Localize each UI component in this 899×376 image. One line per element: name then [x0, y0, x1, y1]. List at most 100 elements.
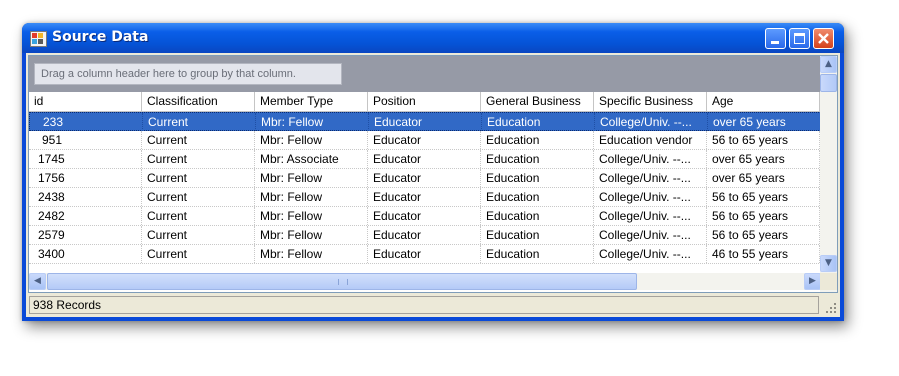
cell-id[interactable]: 2438	[29, 188, 142, 206]
column-header-age[interactable]: Age	[707, 92, 820, 111]
cell-id[interactable]: 1745	[29, 150, 142, 168]
table-row[interactable]: 951 Current Mbr: Fellow Educator Education Ed…	[29, 131, 821, 150]
maximize-icon	[794, 33, 805, 44]
scroll-up-button[interactable]: ▲	[820, 56, 837, 73]
title-bar[interactable]: Source Data	[22, 23, 844, 53]
data-grid[interactable]: Drag a column header here to group by th…	[28, 55, 838, 293]
column-header-specific-business[interactable]: Specific Business	[594, 92, 707, 111]
resize-grip-icon[interactable]	[825, 302, 837, 314]
window-title: Source Data	[52, 29, 149, 45]
cell-position[interactable]: Educator	[369, 113, 482, 131]
status-bar: 938 Records	[28, 295, 838, 315]
cell-general-business[interactable]: Education	[481, 226, 594, 244]
datagrid-app-icon	[30, 31, 47, 47]
close-button[interactable]	[813, 28, 834, 49]
group-by-panel[interactable]: Drag a column header here to group by th…	[29, 56, 837, 92]
minimize-icon	[771, 41, 779, 44]
cell-id[interactable]: 3400	[29, 245, 142, 263]
cell-member-type[interactable]: Mbr: Fellow	[255, 131, 368, 149]
minimize-button[interactable]	[765, 28, 786, 49]
cell-id[interactable]: 2579	[29, 226, 142, 244]
table-row[interactable]: 1745 Current Mbr: Associate Educator Educati…	[29, 150, 821, 169]
cell-classification[interactable]: Current	[142, 150, 255, 168]
cell-position[interactable]: Educator	[368, 150, 481, 168]
cell-general-business[interactable]: Education	[481, 169, 594, 187]
cell-id[interactable]: 233	[30, 113, 143, 131]
cell-classification[interactable]: Current	[142, 131, 255, 149]
cell-position[interactable]: Educator	[368, 131, 481, 149]
chevron-down-icon: ▼	[825, 258, 832, 268]
cell-age[interactable]: 46 to 55 years	[707, 245, 820, 263]
cell-specific-business[interactable]: College/Univ. --...	[595, 113, 708, 131]
cell-age[interactable]: over 65 years	[707, 169, 820, 187]
cell-id[interactable]: 2482	[29, 207, 142, 225]
cell-member-type[interactable]: Mbr: Fellow	[255, 226, 368, 244]
cell-classification[interactable]: Current	[142, 169, 255, 187]
horizontal-scroll-thumb[interactable]	[47, 273, 637, 290]
group-by-hint: Drag a column header here to group by th…	[34, 63, 342, 85]
cell-member-type[interactable]: Mbr: Fellow	[255, 169, 368, 187]
table-row[interactable]: 1756 Current Mbr: Fellow Educator Education C…	[29, 169, 821, 188]
column-header-position[interactable]: Position	[368, 92, 481, 111]
chevron-up-icon: ▲	[825, 59, 832, 69]
cell-age[interactable]: 56 to 65 years	[707, 226, 820, 244]
cell-position[interactable]: Educator	[368, 207, 481, 225]
record-count: 938 Records	[29, 296, 819, 314]
cell-classification[interactable]: Current	[142, 226, 255, 244]
cell-id[interactable]: 951	[29, 131, 142, 149]
cell-general-business[interactable]: Education	[481, 245, 594, 263]
cell-age[interactable]: over 65 years	[707, 150, 820, 168]
cell-specific-business[interactable]: College/Univ. --...	[594, 150, 707, 168]
scroll-down-button[interactable]: ▼	[820, 255, 837, 272]
cell-general-business[interactable]: Education	[481, 131, 594, 149]
column-header-member-type[interactable]: Member Type	[255, 92, 368, 111]
maximize-button[interactable]	[789, 28, 810, 49]
table-row[interactable]: 2482 Current Mbr: Fellow Educator Education C…	[29, 207, 821, 226]
cell-specific-business[interactable]: Education vendor	[594, 131, 707, 149]
cell-general-business[interactable]: Education	[481, 188, 594, 206]
vertical-scroll-thumb[interactable]	[820, 74, 837, 92]
close-icon	[818, 33, 829, 44]
cell-specific-business[interactable]: College/Univ. --...	[594, 207, 707, 225]
cell-specific-business[interactable]: College/Univ. --...	[594, 226, 707, 244]
table-row[interactable]: 2579 Current Mbr: Fellow Educator Education C…	[29, 226, 821, 245]
cell-position[interactable]: Educator	[368, 226, 481, 244]
window-client-area: Drag a column header here to group by th…	[26, 53, 840, 317]
scroll-left-button[interactable]: ◀	[29, 273, 46, 290]
table-row[interactable]: 233 Current Mbr: Fellow Educator Education Co…	[29, 112, 821, 131]
cell-classification[interactable]: Current	[142, 207, 255, 225]
column-header-classification[interactable]: Classification	[142, 92, 255, 111]
cell-member-type[interactable]: Mbr: Fellow	[255, 207, 368, 225]
scroll-right-button[interactable]: ▶	[804, 273, 821, 290]
cell-age[interactable]: 56 to 65 years	[707, 131, 820, 149]
table-row[interactable]: 2438 Current Mbr: Fellow Educator Education C…	[29, 188, 821, 207]
cell-general-business[interactable]: Education	[482, 113, 595, 131]
cell-specific-business[interactable]: College/Univ. --...	[594, 188, 707, 206]
horizontal-scrollbar[interactable]: ◀ ▶	[29, 273, 821, 290]
cell-age[interactable]: over 65 years	[708, 113, 821, 131]
column-header-general-business[interactable]: General Business	[481, 92, 594, 111]
cell-general-business[interactable]: Education	[481, 207, 594, 225]
cell-age[interactable]: 56 to 65 years	[707, 188, 820, 206]
cell-position[interactable]: Educator	[368, 245, 481, 263]
cell-member-type[interactable]: Mbr: Fellow	[255, 245, 368, 263]
cell-member-type[interactable]: Mbr: Associate	[255, 150, 368, 168]
column-header-id[interactable]: id	[29, 92, 142, 111]
cell-classification[interactable]: Current	[142, 245, 255, 263]
chevron-right-icon: ▶	[809, 276, 816, 286]
chevron-left-icon: ◀	[34, 276, 41, 286]
cell-general-business[interactable]: Education	[481, 150, 594, 168]
cell-position[interactable]: Educator	[368, 188, 481, 206]
cell-member-type[interactable]: Mbr: Fellow	[255, 188, 368, 206]
cell-age[interactable]: 56 to 65 years	[707, 207, 820, 225]
cell-position[interactable]: Educator	[368, 169, 481, 187]
cell-classification[interactable]: Current	[143, 113, 256, 131]
cell-specific-business[interactable]: College/Univ. --...	[594, 169, 707, 187]
cell-id[interactable]: 1756	[29, 169, 142, 187]
table-row[interactable]: 3400 Current Mbr: Fellow Educator Education C…	[29, 245, 821, 264]
scrollbar-corner	[820, 273, 837, 290]
cell-member-type[interactable]: Mbr: Fellow	[256, 113, 369, 131]
cell-classification[interactable]: Current	[142, 188, 255, 206]
cell-specific-business[interactable]: College/Univ. --...	[594, 245, 707, 263]
vertical-scrollbar[interactable]: ▲ ▼	[820, 56, 837, 292]
